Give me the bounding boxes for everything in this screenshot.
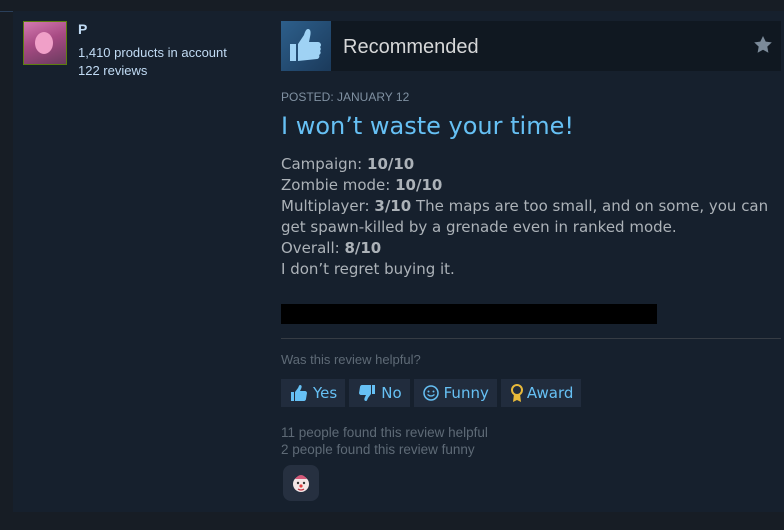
redacted-bar — [281, 304, 657, 324]
thumbs-down-icon — [359, 385, 376, 401]
award-ribbon-icon — [510, 384, 523, 402]
award-badge[interactable] — [283, 465, 319, 501]
thumbs-up-icon — [281, 21, 331, 71]
products-count[interactable]: 1,410 products in account — [78, 45, 227, 60]
review-title: I won’t waste your time! — [281, 112, 574, 140]
award-button[interactable]: Award — [500, 379, 582, 407]
feedback-buttons: Yes No Funny Award — [281, 379, 582, 407]
posted-date: POSTED: JANUARY 12 — [281, 90, 410, 104]
helpful-question: Was this review helpful? — [281, 352, 421, 367]
verdict-label: Recommended — [343, 36, 479, 58]
review-body: Campaign: 10/10 Zombie mode: 10/10 Multi… — [281, 155, 769, 278]
thumbs-up-icon — [291, 385, 307, 401]
funny-count: 2 people found this review funny — [281, 442, 475, 457]
avatar[interactable] — [23, 21, 67, 65]
review-header[interactable]: Recommended — [281, 21, 781, 71]
yes-button[interactable]: Yes — [281, 379, 346, 407]
author-name[interactable]: P — [78, 21, 87, 37]
no-button[interactable]: No — [349, 379, 410, 407]
smiley-icon — [422, 385, 439, 401]
reviews-count[interactable]: 122 reviews — [78, 63, 147, 78]
helpful-count: 11 people found this review helpful — [281, 425, 488, 440]
divider — [281, 338, 781, 339]
clown-face-icon — [293, 475, 309, 492]
review-card: P 1,410 products in account 122 reviews … — [13, 11, 784, 512]
funny-button[interactable]: Funny — [413, 379, 497, 407]
star-icon — [753, 35, 773, 60]
